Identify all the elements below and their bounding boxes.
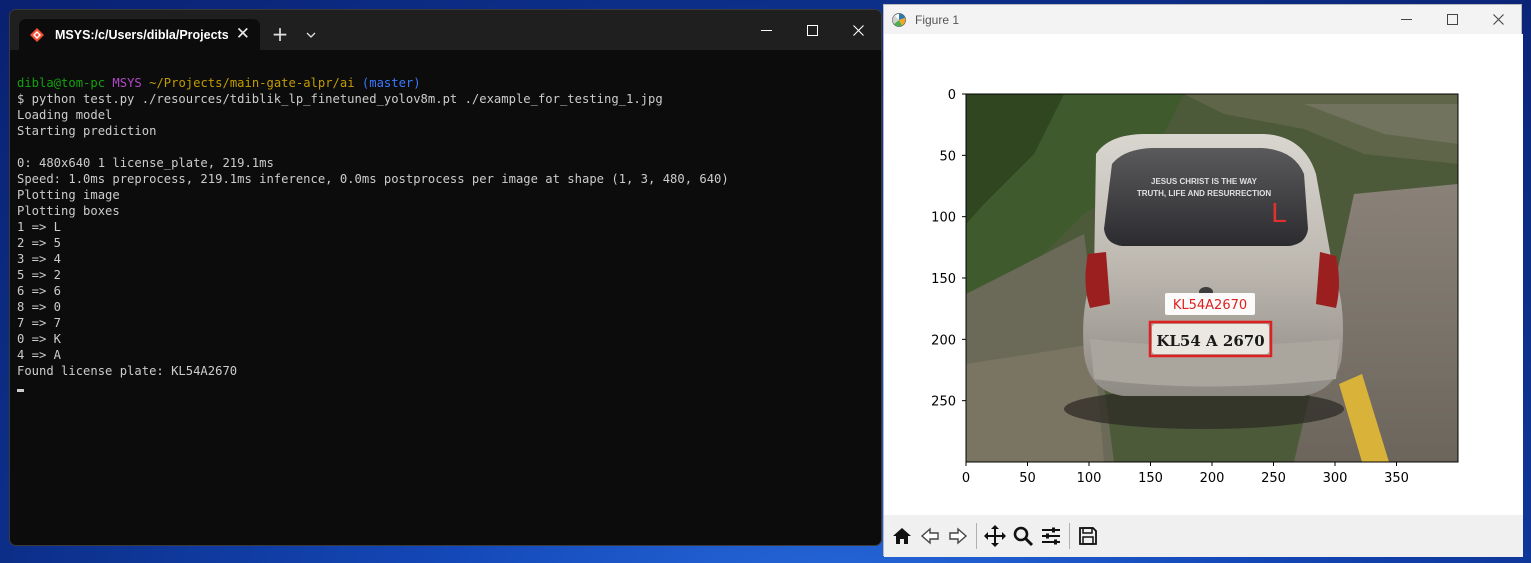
output-line: 4 => A [17, 348, 62, 362]
figure-titlebar: Figure 1 [884, 5, 1521, 34]
detection-label: KL54A2670 [1173, 298, 1247, 313]
terminal-tab[interactable]: MSYS:/c/Users/dibla/Projects/ ✕ [19, 19, 260, 50]
y-tick-label: 200 [931, 333, 956, 348]
figure-title: Figure 1 [915, 12, 960, 27]
minimize-icon[interactable] [1383, 5, 1429, 34]
x-tick-label: 100 [1077, 471, 1102, 486]
terminal-window-controls [743, 10, 881, 50]
plot-area[interactable]: JESUS CHRIST IS THE WAY TRUTH, LIFE AND … [884, 34, 1523, 515]
windshield-text-2: TRUTH, LIFE AND RESURRECTION [1137, 189, 1272, 198]
forward-icon[interactable] [944, 521, 972, 551]
terminal-titlebar: MSYS:/c/Users/dibla/Projects/ ✕ + [10, 10, 881, 50]
terminal-tab-title: MSYS:/c/Users/dibla/Projects/ [55, 27, 228, 42]
prompt-branch: (master) [361, 76, 421, 90]
figure-canvas[interactable]: JESUS CHRIST IS THE WAY TRUTH, LIFE AND … [884, 34, 1523, 515]
close-icon[interactable] [1475, 5, 1521, 34]
close-icon[interactable] [835, 10, 881, 50]
y-tick-label: 50 [939, 149, 956, 164]
terminal-window: MSYS:/c/Users/dibla/Projects/ ✕ + dibla@… [9, 9, 882, 546]
license-plate-text: KL54 A 2670 [1156, 332, 1264, 350]
output-line: Starting prediction [17, 124, 157, 138]
git-bash-icon [30, 27, 44, 42]
command-line: $ python test.py ./resources/tdiblik_lp_… [17, 92, 663, 106]
home-icon[interactable] [888, 521, 916, 551]
pan-icon[interactable] [981, 521, 1009, 551]
matplotlib-icon [892, 12, 906, 27]
prompt-user-host: dibla@tom-pc [17, 76, 106, 90]
tab-dropdown-icon[interactable] [300, 19, 322, 50]
figure-window: Figure 1 JESUS CHRIST IS THE WAY TRUTH, … [883, 4, 1523, 557]
output-line: 0: 480x640 1 license_plate, 219.1ms [17, 156, 274, 170]
output-line: 2 => 5 [17, 236, 62, 250]
prompt-path: ~/Projects/main-gate-alpr/ai [149, 76, 355, 90]
toolbar-separator [1069, 523, 1070, 549]
prompt-line: dibla@tom-pc MSYS ~/Projects/main-gate-a… [17, 75, 881, 91]
tab-close-icon[interactable]: ✕ [236, 26, 250, 43]
x-tick-label: 150 [1138, 471, 1163, 486]
figure-toolbar [884, 515, 1523, 557]
minimize-icon[interactable] [743, 10, 789, 50]
maximize-icon[interactable] [1429, 5, 1475, 34]
new-tab-button[interactable]: + [260, 19, 300, 50]
toolbar-separator [976, 523, 977, 549]
y-tick-label: 100 [931, 211, 956, 226]
x-axis: 0 50 100 150 200 250 300 350 [962, 462, 1409, 486]
x-tick-label: 350 [1384, 471, 1409, 486]
x-tick-label: 50 [1019, 471, 1036, 486]
y-tick-label: 0 [948, 88, 956, 103]
output-line: Plotting boxes [17, 204, 120, 218]
output-line: 3 => 4 [17, 252, 62, 266]
y-axis: 0 50 100 150 200 250 [931, 88, 966, 410]
figure-window-controls [1383, 5, 1521, 34]
output-line: 0 => K [17, 332, 62, 346]
configure-subplots-icon[interactable] [1037, 521, 1065, 551]
output-line: Loading model [17, 108, 113, 122]
prompt-system: MSYS [112, 76, 142, 90]
back-icon[interactable] [916, 521, 944, 551]
output-lines: Loading model Starting prediction 0: 480x… [17, 107, 881, 379]
output-line: 1 => L [17, 220, 62, 234]
output-line: 6 => 6 [17, 284, 62, 298]
output-line: 7 => 7 [17, 316, 62, 330]
terminal-output[interactable]: dibla@tom-pc MSYS ~/Projects/main-gate-a… [10, 50, 881, 395]
terminal-cursor [17, 389, 24, 392]
x-tick-label: 300 [1323, 471, 1348, 486]
output-line: Speed: 1.0ms preprocess, 219.1ms inferen… [17, 172, 729, 186]
cursor-line [17, 379, 881, 395]
output-line: 5 => 2 [17, 268, 62, 282]
windshield-text-1: JESUS CHRIST IS THE WAY [1151, 177, 1258, 186]
learner-sticker: L [1271, 197, 1287, 228]
car-photo: JESUS CHRIST IS THE WAY TRUTH, LIFE AND … [966, 94, 1458, 462]
save-icon[interactable] [1074, 521, 1102, 551]
output-line: Plotting image [17, 188, 120, 202]
zoom-icon[interactable] [1009, 521, 1037, 551]
output-line: 8 => 0 [17, 300, 62, 314]
x-tick-label: 0 [962, 471, 970, 486]
maximize-icon[interactable] [789, 10, 835, 50]
y-tick-label: 150 [931, 272, 956, 287]
x-tick-label: 200 [1200, 471, 1225, 486]
y-tick-label: 250 [931, 395, 956, 410]
x-tick-label: 250 [1261, 471, 1286, 486]
output-line: Found license plate: KL54A2670 [17, 364, 238, 378]
